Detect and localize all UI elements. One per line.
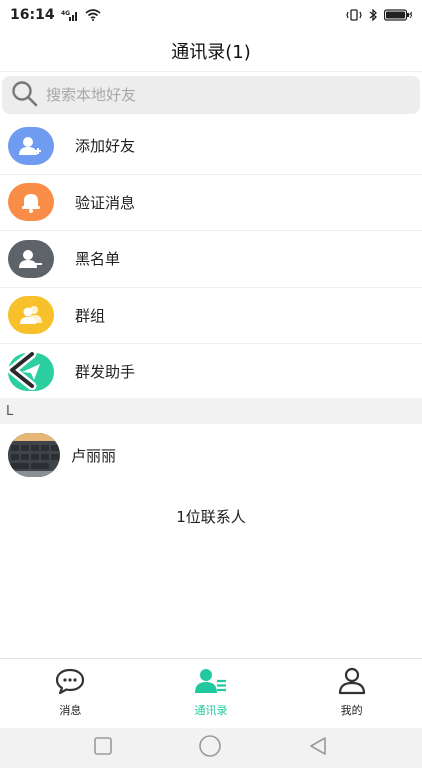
menu-label: 验证消息: [75, 193, 136, 212]
svg-text:4G: 4G: [61, 10, 70, 17]
menu-item-add-friend[interactable]: 添加好友: [0, 118, 422, 175]
menu-label: 添加好友: [75, 137, 136, 156]
profile-icon: [336, 667, 368, 699]
menu-item-groups[interactable]: 群组: [0, 287, 422, 344]
search-bar: [0, 76, 422, 114]
search-box[interactable]: [2, 76, 420, 114]
status-bar: 16:14 4G: [0, 0, 422, 30]
clock: 16:14: [10, 7, 55, 23]
vibrate-icon: [346, 9, 362, 21]
tab-label: 通讯录: [194, 704, 228, 717]
tab-label: 我的: [340, 704, 363, 717]
cellular-signal-icon: 4G: [61, 9, 79, 21]
status-left: 16:14 4G: [10, 7, 101, 23]
contacts-icon: [194, 667, 228, 699]
menu-label: 黑名单: [75, 250, 121, 269]
section-header-l: L: [0, 398, 422, 424]
wifi-icon: [85, 9, 101, 21]
tab-messages[interactable]: 消息: [0, 659, 141, 728]
tab-me[interactable]: 我的: [281, 659, 422, 728]
status-right: [346, 9, 412, 21]
tab-label: 消息: [59, 704, 82, 717]
group-icon: [8, 296, 54, 335]
contact-count: 1位联系人: [176, 508, 246, 526]
chat-bubble-icon: [54, 667, 86, 699]
home-button[interactable]: [198, 734, 222, 762]
title-bar: 通讯录(1): [0, 30, 422, 72]
blacklist-icon: [8, 239, 54, 278]
menu-item-broadcast-helper[interactable]: 群发助手: [0, 344, 422, 401]
bottom-tab-bar: 消息 通讯录 我的: [0, 658, 422, 728]
menu-item-blacklist[interactable]: 黑名单: [0, 231, 422, 288]
search-icon: [10, 79, 38, 111]
avatar: [8, 433, 60, 477]
system-nav-bar: [0, 728, 422, 768]
section-letter: L: [6, 403, 14, 419]
search-input[interactable]: [46, 86, 386, 104]
tab-contacts[interactable]: 通讯录: [141, 659, 282, 728]
back-button[interactable]: [307, 735, 329, 761]
battery-icon: [384, 9, 412, 21]
contact-name: 卢丽丽: [71, 446, 117, 465]
bell-icon: [8, 183, 54, 222]
function-menu: 添加好友 验证消息 黑名单 群组 群发助手: [0, 118, 422, 401]
back-chevron-icon[interactable]: [4, 349, 40, 391]
menu-label: 群发助手: [75, 363, 136, 382]
contact-row[interactable]: 卢丽丽: [0, 430, 422, 480]
bluetooth-icon: [368, 9, 378, 21]
menu-item-verify-messages[interactable]: 验证消息: [0, 174, 422, 231]
menu-label: 群组: [75, 306, 106, 325]
recent-apps-button[interactable]: [93, 736, 113, 760]
add-friend-icon: [8, 126, 54, 165]
page-title: 通讯录(1): [171, 41, 251, 63]
